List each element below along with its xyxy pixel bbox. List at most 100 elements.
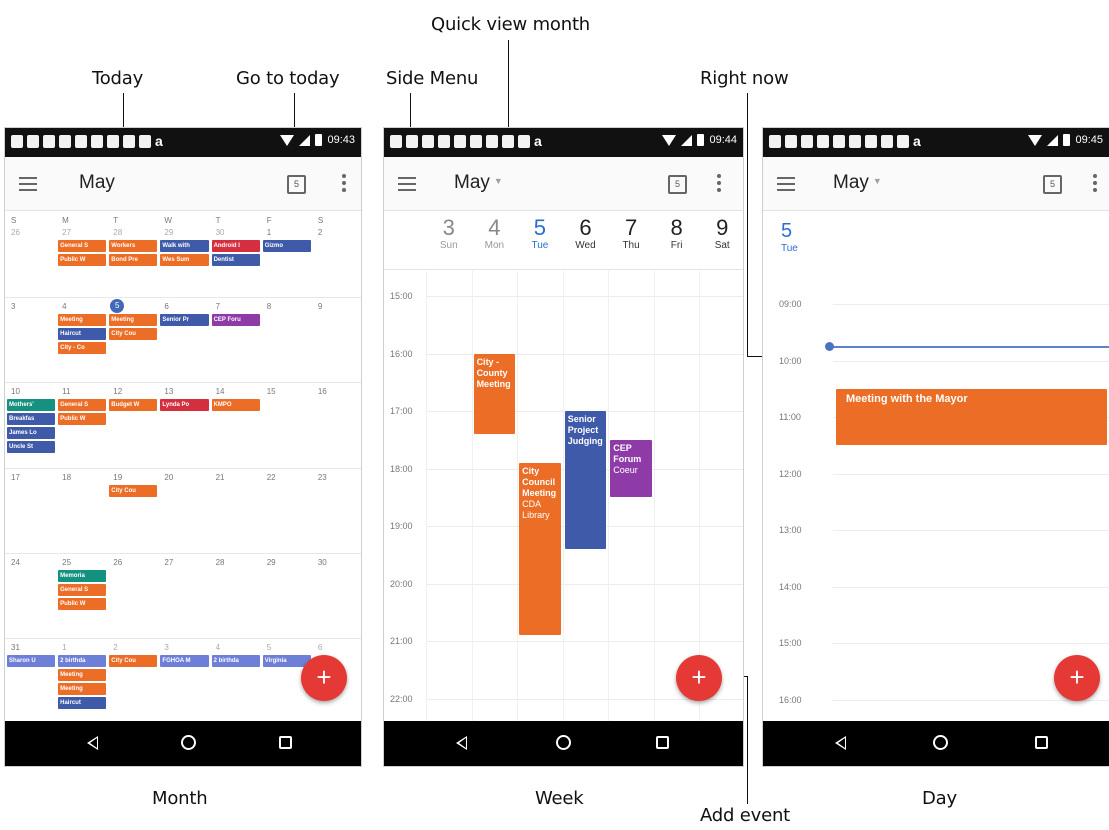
event-chip[interactable]: Android I [211, 240, 260, 252]
event-chip[interactable]: Public W [58, 254, 107, 266]
day-number[interactable]: 24 [11, 558, 20, 567]
event-chip[interactable]: Budget W [109, 399, 158, 412]
day-number[interactable]: 25 [62, 558, 71, 567]
day-number[interactable]: 22 [267, 473, 276, 482]
event-chip[interactable]: Sharon U [7, 654, 56, 667]
day-number[interactable]: 28 [113, 228, 122, 237]
day-number[interactable]: 19 [113, 473, 122, 482]
day-number[interactable]: 21 [216, 473, 225, 482]
calendar-event[interactable]: Senior Project Judging [564, 411, 607, 549]
recents-icon[interactable] [1035, 736, 1048, 749]
event-chip[interactable]: Dentist [211, 254, 260, 266]
day-number[interactable]: 14 [216, 387, 225, 396]
menu-icon[interactable] [777, 177, 795, 191]
month-title[interactable]: May [79, 172, 115, 194]
add-event-button[interactable]: + [301, 655, 347, 701]
day-number[interactable]: 2 [113, 643, 117, 652]
event-chip[interactable]: Breakfas [7, 413, 56, 426]
day-number[interactable]: 27 [164, 558, 173, 567]
day-number[interactable]: 1 [267, 228, 271, 237]
event-chip[interactable]: General S [58, 583, 107, 596]
event-chip[interactable]: Bond Pre [109, 254, 158, 266]
day-number[interactable]: 28 [216, 558, 225, 567]
home-icon[interactable] [556, 735, 571, 750]
event-chip[interactable]: 2 birthda [211, 654, 260, 667]
overflow-menu-icon[interactable] [342, 174, 346, 192]
day-number[interactable]: 12 [113, 387, 122, 396]
week-day-column-header[interactable]: 3 Sun [426, 216, 472, 252]
event-chip[interactable]: City - Co [58, 342, 107, 355]
day-number[interactable]: 7 [216, 302, 220, 311]
event-chip[interactable]: Meeting [58, 668, 107, 681]
event-chip[interactable]: Meeting [58, 314, 107, 327]
menu-icon[interactable] [19, 177, 37, 191]
day-number[interactable]: 23 [318, 473, 327, 482]
day-number[interactable]: 10 [11, 387, 20, 396]
recents-icon[interactable] [279, 736, 292, 749]
event-chip[interactable]: KMPO [211, 399, 260, 412]
day-number[interactable]: 18 [62, 473, 71, 482]
event-chip[interactable]: Public W [58, 413, 107, 426]
event-chip[interactable]: Uncle St [7, 441, 56, 454]
week-day-column-header[interactable]: 8 Fri [654, 216, 700, 252]
go-to-today-button[interactable]: 5 [668, 175, 687, 194]
event-chip[interactable]: Mothers' [7, 399, 56, 412]
event-chip[interactable]: Haircut [58, 328, 107, 341]
calendar-event[interactable]: City Council Meeting CDA Library [519, 462, 561, 636]
event-chip[interactable]: Walk with [160, 240, 209, 252]
back-icon[interactable] [456, 736, 467, 750]
today-day-number[interactable]: 5 [110, 299, 125, 314]
add-event-button[interactable]: + [1054, 655, 1100, 701]
day-number[interactable]: 31 [11, 643, 20, 652]
event-chip[interactable]: City Cou [109, 328, 158, 341]
event-chip[interactable]: Workers [109, 240, 158, 252]
day-number[interactable]: 26 [113, 558, 122, 567]
month-title-quick-view[interactable]: May ▼ [833, 172, 882, 194]
overflow-menu-icon[interactable] [717, 174, 721, 192]
day-number[interactable]: 3 [11, 302, 15, 311]
event-chip[interactable]: General S [58, 240, 107, 252]
month-title-quick-view[interactable]: May ▼ [454, 172, 503, 194]
event-chip[interactable]: Lynda Po [160, 399, 209, 412]
event-chip[interactable]: Public W [58, 597, 107, 610]
home-icon[interactable] [181, 735, 196, 750]
day-number[interactable]: 3 [164, 643, 168, 652]
go-to-today-button[interactable]: 5 [1043, 175, 1062, 194]
event-chip[interactable]: Senior Pr [160, 314, 209, 327]
day-number[interactable]: 30 [318, 558, 327, 567]
event-chip[interactable]: Memoria [58, 569, 107, 582]
day-number[interactable]: 4 [216, 643, 220, 652]
go-to-today-button[interactable]: 5 [287, 175, 306, 194]
event-chip[interactable]: CEP Foru [211, 314, 260, 327]
event-chip[interactable]: Meeting [58, 682, 107, 695]
event-chip[interactable]: Meeting [109, 314, 158, 327]
day-number[interactable]: 29 [164, 228, 173, 237]
day-number[interactable]: 20 [164, 473, 173, 482]
calendar-event[interactable]: City - County Meeting [473, 353, 516, 434]
back-icon[interactable] [835, 736, 846, 750]
day-number[interactable]: 26 [11, 228, 20, 237]
week-day-column-header[interactable]: 9 Sat [699, 216, 743, 252]
event-chip[interactable]: General S [58, 399, 107, 412]
back-icon[interactable] [87, 736, 98, 750]
event-chip[interactable]: City Cou [109, 484, 158, 497]
event-chip[interactable]: 2 birthda [58, 654, 107, 667]
day-number[interactable]: 16 [318, 387, 327, 396]
day-number[interactable]: 6 [318, 643, 322, 652]
event-chip[interactable]: James Lo [7, 427, 56, 440]
overflow-menu-icon[interactable] [1093, 174, 1097, 192]
day-number[interactable]: 1 [62, 643, 66, 652]
day-number[interactable]: 5 [267, 643, 271, 652]
day-number[interactable]: 30 [216, 228, 225, 237]
home-icon[interactable] [933, 735, 948, 750]
day-number[interactable]: 2 [318, 228, 322, 237]
day-number[interactable]: 4 [62, 302, 66, 311]
week-day-column-header[interactable]: 7 Thu [608, 216, 654, 252]
day-number[interactable]: 6 [164, 302, 168, 311]
day-number[interactable]: 11 [62, 387, 70, 396]
event-chip[interactable]: FGHOA M [160, 654, 209, 667]
day-number[interactable]: 17 [11, 473, 20, 482]
recents-icon[interactable] [656, 736, 669, 749]
event-chip[interactable]: Gizmo [262, 240, 311, 252]
day-number[interactable]: 15 [267, 387, 276, 396]
